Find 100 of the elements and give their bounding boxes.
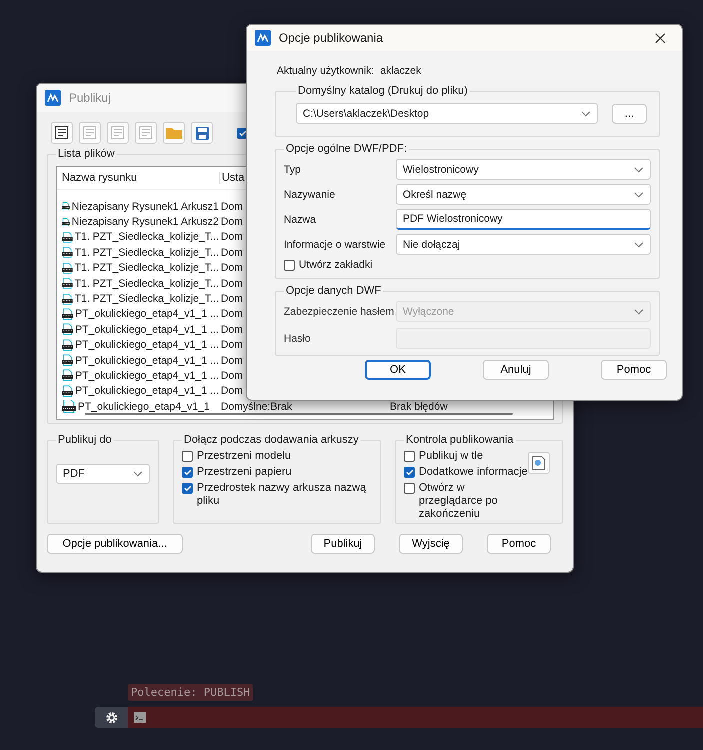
scrollbar[interactable] [85, 413, 513, 415]
dialog-button[interactable]: Anuluj [483, 360, 549, 380]
table-cell: Dom [221, 262, 244, 274]
dwg-file-icon [62, 216, 70, 229]
checkbox-label: Przedrostek nazwy arkusza nazwą pliku [197, 482, 368, 508]
table-cell: Dom [221, 308, 244, 320]
checkbox-label: Utwórz zakładki [299, 259, 373, 272]
dialog-button[interactable]: Opcje publikowania... [47, 534, 183, 554]
path-select[interactable]: C:\Users\aklaczek\Desktop [296, 103, 598, 124]
table-cell: Dom [221, 370, 244, 382]
field-label: Typ [284, 164, 302, 176]
window-title: Publikuj [69, 91, 112, 105]
move-down-icon [139, 126, 153, 140]
command-history: Polecenie: PUBLISH [128, 684, 254, 701]
user-name: aklaczek [380, 65, 422, 77]
checkbox[interactable] [284, 260, 295, 271]
chevron-down-icon [634, 308, 644, 314]
remove-sheet-icon [83, 126, 97, 140]
add-sheet-button[interactable] [51, 122, 73, 144]
table-cell: Dom [221, 200, 244, 213]
dwg-file-icon [62, 230, 73, 244]
table-cell: Dom [221, 231, 244, 244]
dwg-file-icon [62, 323, 74, 336]
dropdown[interactable]: Nie dołączaj [396, 234, 651, 255]
checkbox-label: Dodatkowe informacje [419, 466, 528, 479]
column-header[interactable]: Usta [222, 172, 245, 184]
dwg-file-icon [62, 262, 73, 275]
dwg-file-icon [62, 200, 70, 214]
file-name: PT_okulickiego_etap4_v1_1 ... [75, 339, 219, 352]
dropdown[interactable]: Wielostronicowy [396, 159, 651, 180]
dropdown[interactable]: Określ nazwę [396, 184, 651, 205]
checkbox-label: Przestrzeni modelu [197, 450, 292, 463]
dialog-button[interactable]: OK [365, 360, 431, 380]
file-name: PT_okulickiego_etap4_v1_1 ... [75, 354, 219, 367]
column-header[interactable]: Nazwa rysunku [62, 172, 138, 184]
group-title: Dołącz podczas dodawania arkuszy [183, 434, 360, 446]
save-icon [196, 126, 208, 140]
settings-icon[interactable] [106, 712, 118, 724]
table-cell: Dom [221, 339, 244, 352]
group-title: Domyślny katalog (Drukuj do pliku) [297, 85, 469, 97]
file-name: Niezapisany Rysunek1 Arkusz2 [72, 216, 219, 228]
move-up-icon [111, 126, 125, 140]
dialog-button[interactable]: Wyjscię [399, 534, 463, 554]
group-title: Kontrola publikowania [405, 434, 515, 446]
field-label: Informacje o warstwie [284, 238, 387, 250]
file-name: PT_okulickiego_etap4_v1_1 ... [75, 370, 219, 382]
browse-button[interactable]: ... [612, 104, 647, 124]
save-button[interactable] [191, 122, 213, 144]
file-name: T1. PZT_Siedlecka_kolizje_T... [74, 262, 219, 274]
checkbox[interactable] [404, 483, 415, 494]
publish-to-select[interactable]: PDF [56, 464, 150, 484]
chevron-down-icon [133, 471, 143, 477]
dwg-file-icon [62, 400, 76, 414]
field-label: Hasło [284, 332, 312, 344]
dwg-file-icon [62, 308, 74, 321]
table-cell: Dom [221, 246, 244, 259]
checkbox[interactable] [182, 451, 193, 462]
group-title: Opcje danych DWF [285, 285, 382, 297]
chevron-down-icon [634, 242, 644, 248]
add-sheet-icon [55, 126, 69, 140]
table-cell: Dom [221, 324, 244, 336]
group-title: Lista plików [57, 148, 116, 160]
input-field[interactable]: PDF Wielostronicowy [396, 209, 651, 230]
table-cell: Dom [221, 278, 244, 290]
terminal-icon [134, 712, 146, 723]
file-name: PT_okulickiego_etap4_v1_1 ... [75, 308, 219, 320]
checkbox-label: Przestrzeni papieru [197, 466, 292, 479]
app-logo-icon [255, 30, 271, 46]
checkbox[interactable] [182, 483, 193, 494]
dwg-file-icon [62, 292, 73, 306]
field-label: Nazwa [284, 214, 318, 226]
field-label: Nazywanie [284, 188, 336, 200]
details-button[interactable] [528, 452, 550, 474]
chevron-down-icon [634, 166, 644, 172]
file-name: T1. PZT_Siedlecka_kolizje_T... [74, 293, 219, 306]
file-name: PT_okulickiego_etap4_v1_1 [78, 400, 210, 413]
dwg-file-icon [62, 354, 74, 368]
dialog-button[interactable]: Pomoc [601, 360, 667, 380]
dialog-button[interactable]: Pomoc [487, 534, 551, 554]
user-label: Aktualny użytkownik: [277, 65, 374, 77]
file-name: Niezapisany Rysunek1 Arkusz1 [72, 200, 219, 213]
table-cell: Dom [221, 354, 244, 367]
table-cell: Dom [221, 385, 244, 398]
dwg-file-icon [62, 338, 74, 352]
app-logo-icon [45, 90, 61, 106]
chevron-down-icon [581, 110, 591, 116]
dwg-file-icon [62, 384, 74, 398]
field-label: Zabezpieczenie hasłem [284, 306, 396, 318]
table-cell: Dom [221, 293, 244, 306]
dialog-title: Opcje publikowania [279, 31, 384, 45]
close-icon [654, 32, 666, 44]
dwg-file-icon [62, 246, 73, 260]
checkbox[interactable] [404, 467, 415, 478]
dwg-file-icon [62, 277, 73, 290]
checkbox[interactable] [404, 451, 415, 462]
table-cell: Domyślne:Brak [221, 400, 292, 413]
dialog-button[interactable]: Publikuj [311, 534, 375, 554]
group-title: Opcje ogólne DWF/PDF: [285, 143, 408, 155]
checkbox[interactable] [182, 467, 193, 478]
chevron-down-icon [634, 192, 644, 198]
